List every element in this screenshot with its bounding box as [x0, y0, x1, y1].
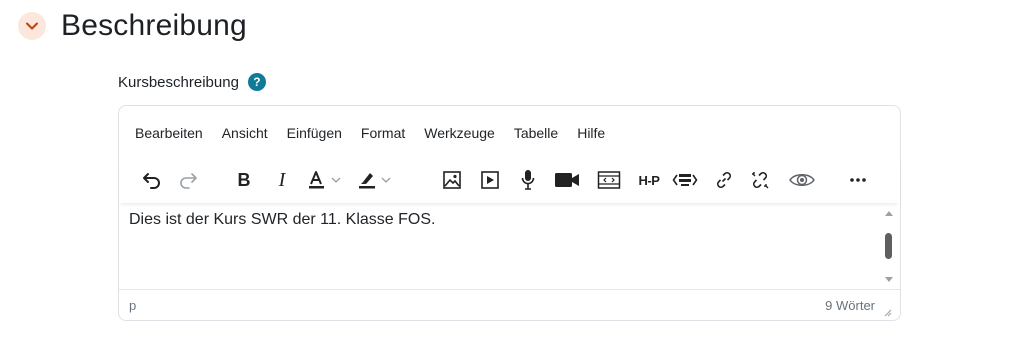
redo-icon[interactable]: [175, 166, 201, 194]
scroll-up-icon[interactable]: [884, 209, 894, 217]
editor-scrollbar[interactable]: [878, 203, 900, 289]
unlink-icon[interactable]: [748, 166, 772, 194]
menu-hilfe[interactable]: Hilfe: [577, 125, 605, 141]
scrollbar-thumb[interactable]: [885, 233, 892, 259]
bold-icon[interactable]: B: [233, 166, 255, 194]
image-icon[interactable]: [439, 166, 465, 194]
field-label: Kursbeschreibung: [118, 73, 239, 91]
undo-icon[interactable]: [139, 166, 165, 194]
media-icon[interactable]: [477, 166, 503, 194]
resize-handle-icon[interactable]: [882, 304, 892, 317]
editor-toolbar: B I H-P: [119, 159, 900, 203]
preview-icon[interactable]: [786, 166, 818, 194]
editor-statusbar: p 9 Wörter: [119, 290, 900, 320]
menu-ansicht[interactable]: Ansicht: [222, 125, 268, 141]
highlight-color-icon[interactable]: [357, 166, 401, 194]
chevron-down-icon[interactable]: [18, 12, 46, 40]
menu-format[interactable]: Format: [361, 125, 405, 141]
embed-icon[interactable]: [595, 166, 623, 194]
section-title: Beschreibung: [61, 9, 247, 42]
word-count[interactable]: 9 Wörter: [825, 298, 875, 313]
section-header: Beschreibung: [18, 6, 247, 46]
question-icon[interactable]: ?: [247, 73, 266, 91]
h5p-icon[interactable]: H-P: [633, 166, 665, 194]
html-source-icon[interactable]: [671, 166, 699, 194]
text-color-icon[interactable]: [307, 166, 351, 194]
scroll-down-icon[interactable]: [884, 275, 894, 283]
menu-einfuegen[interactable]: Einfügen: [287, 125, 342, 141]
editor-content[interactable]: Dies ist der Kurs SWR der 11. Klasse FOS…: [119, 203, 900, 290]
editor-content-text[interactable]: Dies ist der Kurs SWR der 11. Klasse FOS…: [129, 211, 435, 229]
rich-text-editor: Bearbeiten Ansicht Einfügen Format Werkz…: [118, 105, 901, 321]
h5p-label: H-P: [638, 172, 660, 188]
link-icon[interactable]: [712, 166, 736, 194]
menu-tabelle[interactable]: Tabelle: [514, 125, 558, 141]
menu-bearbeiten[interactable]: Bearbeiten: [135, 125, 203, 141]
element-path[interactable]: p: [129, 298, 136, 313]
menu-werkzeuge[interactable]: Werkzeuge: [424, 125, 495, 141]
record-audio-icon[interactable]: [517, 166, 539, 194]
record-video-icon[interactable]: [552, 166, 582, 194]
field-label-row: Kursbeschreibung ?: [118, 70, 266, 94]
more-icon[interactable]: [845, 166, 871, 194]
italic-icon[interactable]: I: [271, 166, 293, 194]
editor-menubar: Bearbeiten Ansicht Einfügen Format Werkz…: [135, 123, 624, 143]
